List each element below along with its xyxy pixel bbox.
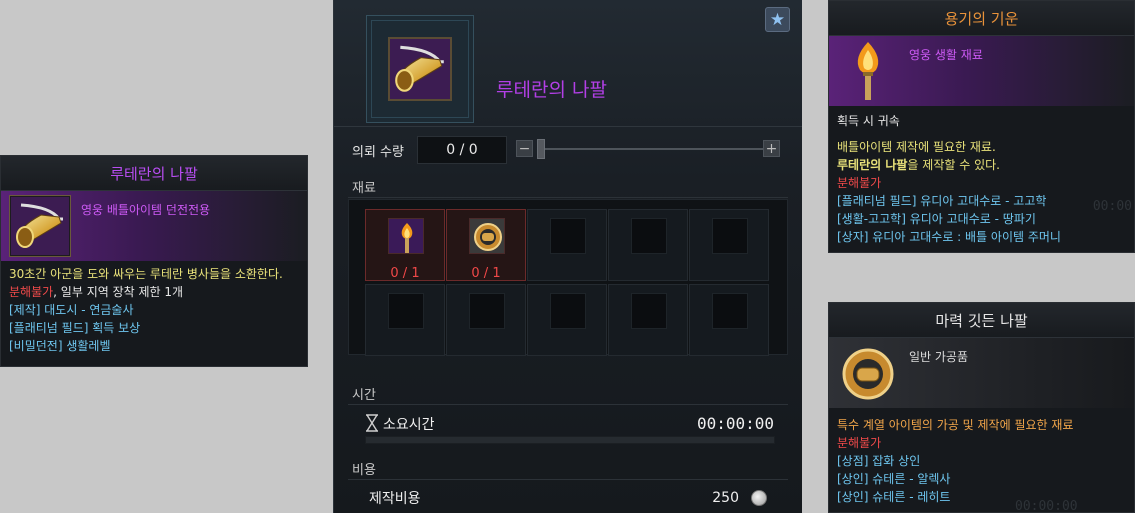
item-name: 루테란의 나팔 bbox=[496, 79, 607, 101]
materials-divider bbox=[348, 197, 788, 198]
craft-cost-value: 250 bbox=[712, 490, 739, 506]
tooltip-desc: 30초간 아군을 도와 싸우는 루테란 병사들을 소환한다. bbox=[9, 265, 299, 283]
no-dismantle: 분해불가 bbox=[837, 176, 882, 190]
tooltip-body: 특수 계열 아이템의 가공 및 제작에 필요한 재료 분해불가 [상점] 잡화 … bbox=[829, 408, 1134, 510]
material-count: 0 / 1 bbox=[471, 266, 501, 281]
craft-progress-bar bbox=[365, 436, 775, 444]
no-dismantle: 분해불가 bbox=[837, 436, 882, 450]
time-divider bbox=[348, 404, 788, 405]
empty-slot bbox=[550, 293, 586, 329]
gear-horn-icon bbox=[837, 342, 899, 404]
tooltip-title: 마력 깃든 나팔 bbox=[829, 303, 1134, 338]
tooltip-title: 루테란의 나팔 bbox=[1, 156, 307, 191]
materials-label: 재료 bbox=[352, 181, 376, 196]
source-line: [상점] 잡화 상인 bbox=[837, 454, 921, 468]
duration-label: 소요시간 bbox=[383, 417, 435, 433]
tooltip-title: 용기의 기운 bbox=[829, 1, 1134, 36]
tooltip-desc: 특수 계열 아이템의 가공 및 제작에 필요한 재료 bbox=[837, 418, 1074, 432]
torch-icon bbox=[388, 218, 424, 254]
faint-time: 00:00 bbox=[1092, 199, 1132, 214]
tooltip-desc: 배틀아이템 제작에 필요한 재료. bbox=[837, 140, 996, 154]
gear-horn-icon bbox=[469, 218, 505, 254]
restriction-text: , 일부 지역 장착 제한 1개 bbox=[53, 285, 184, 299]
duration-value: 00:00:00 bbox=[696, 414, 774, 433]
material-slot-empty[interactable] bbox=[365, 284, 445, 356]
tooltip-body: 획득 시 귀속 배틀아이템 제작에 필요한 재료. 루테란의 나팔을 제작할 수… bbox=[829, 106, 1134, 250]
source-line: [상인] 슈테른 - 레히트 bbox=[837, 490, 951, 504]
hourglass-icon bbox=[365, 414, 379, 432]
tooltip-restriction: 분해불가, 일부 지역 장착 제한 1개 bbox=[9, 283, 299, 301]
empty-slot bbox=[631, 218, 667, 254]
material-slot-empty[interactable] bbox=[608, 209, 688, 281]
faint-time: 00:00:00 bbox=[1015, 499, 1078, 513]
tooltip-courage-energy: 용기의 기운 영웅 생활 재료 획득 시 귀속 배틀아이템 제작에 필요한 재료… bbox=[828, 0, 1135, 253]
horn-icon[interactable] bbox=[388, 37, 452, 101]
materials-grid: 0 / 1 0 / 1 bbox=[348, 199, 788, 356]
decrease-button[interactable]: − bbox=[516, 140, 533, 157]
tooltip-magic-horn: 마력 깃든 나팔 일반 가공품 특수 계열 아이템의 가공 및 제작에 필요한 … bbox=[828, 302, 1135, 513]
favorite-star-icon[interactable]: ★ bbox=[765, 7, 790, 32]
tooltip-kind: 일반 가공품 bbox=[909, 350, 969, 364]
source-line: [생활-고고학] 유디아 고대수로 - 땅파기 bbox=[837, 212, 1036, 226]
time-section-label: 시간 bbox=[352, 388, 376, 403]
tooltip-header: 일반 가공품 bbox=[829, 338, 1134, 408]
header-divider bbox=[334, 126, 802, 127]
cost-divider bbox=[348, 479, 788, 480]
source-line: [제작] 대도시 - 연금술사 bbox=[9, 303, 134, 317]
tooltip-kind: 영웅 생활 재료 bbox=[909, 48, 983, 62]
empty-slot bbox=[631, 293, 667, 329]
source-line: [상인] 슈테른 - 알렉사 bbox=[837, 472, 951, 486]
material-count: 0 / 1 bbox=[390, 266, 420, 281]
material-slot-gear-horn[interactable]: 0 / 1 bbox=[446, 209, 526, 281]
tooltip-header: 영웅 배틀아이템 던전전용 bbox=[1, 191, 307, 261]
source-line: [플래티넘 필드] 유디아 고대수로 - 고고학 bbox=[837, 194, 1047, 208]
tooltip-kind: 영웅 배틀아이템 던전전용 bbox=[81, 203, 211, 217]
quantity-slider-track[interactable] bbox=[538, 148, 768, 150]
no-dismantle: 분해불가 bbox=[9, 285, 54, 299]
bind-on-acquire: 획득 시 귀속 bbox=[837, 114, 900, 128]
material-slot-empty[interactable] bbox=[689, 284, 769, 356]
material-slot-torch[interactable]: 0 / 1 bbox=[365, 209, 445, 281]
tooltip-header: 영웅 생활 재료 bbox=[829, 36, 1134, 106]
increase-button[interactable]: + bbox=[763, 140, 780, 157]
tooltip-desc: 루테란의 나팔을 제작할 수 있다. bbox=[837, 156, 1126, 174]
material-slot-empty[interactable] bbox=[527, 209, 607, 281]
source-line: [플래티넘 필드] 획득 보상 bbox=[9, 321, 141, 335]
source-line: [상자] 유디아 고대수로 : 배틀 아이템 주머니 bbox=[837, 230, 1061, 244]
tooltip-lutheran-horn: 루테란의 나팔 영웅 배틀아이템 던전전용 30초간 아군을 도와 싸우는 루테… bbox=[0, 155, 308, 367]
empty-slot bbox=[469, 293, 505, 329]
material-slot-empty[interactable] bbox=[446, 284, 526, 356]
horn-icon bbox=[9, 195, 71, 257]
tooltip-body: 30초간 아군을 도와 싸우는 루테란 병사들을 소환한다. 분해불가, 일부 … bbox=[1, 261, 307, 359]
torch-icon bbox=[837, 40, 899, 102]
material-slot-empty[interactable] bbox=[527, 284, 607, 356]
crafting-window: 루테란의 나팔 ★ 의뢰 수량 0 / 0 − + 재료 0 / 1 0 / 1… bbox=[333, 0, 802, 513]
material-slot-empty[interactable] bbox=[689, 209, 769, 281]
cost-section-label: 비용 bbox=[352, 463, 376, 478]
empty-slot bbox=[550, 218, 586, 254]
source-line: [비밀던전] 생활레벨 bbox=[9, 339, 111, 353]
quantity-label: 의뢰 수량 bbox=[352, 145, 404, 160]
empty-slot bbox=[388, 293, 424, 329]
quantity-field[interactable]: 0 / 0 bbox=[417, 136, 507, 164]
silver-coin-icon bbox=[751, 490, 767, 506]
desc-text: 을 제작할 수 있다. bbox=[907, 158, 1000, 172]
item-link: 루테란의 나팔 bbox=[837, 158, 908, 172]
empty-slot bbox=[712, 218, 748, 254]
craft-cost-label: 제작비용 bbox=[369, 491, 421, 507]
material-slot-empty[interactable] bbox=[608, 284, 688, 356]
empty-slot bbox=[712, 293, 748, 329]
quantity-slider-handle[interactable] bbox=[537, 139, 545, 159]
desc-line: 30초간 아군을 도와 싸우는 루테란 병사들을 소환한다. bbox=[9, 267, 283, 281]
